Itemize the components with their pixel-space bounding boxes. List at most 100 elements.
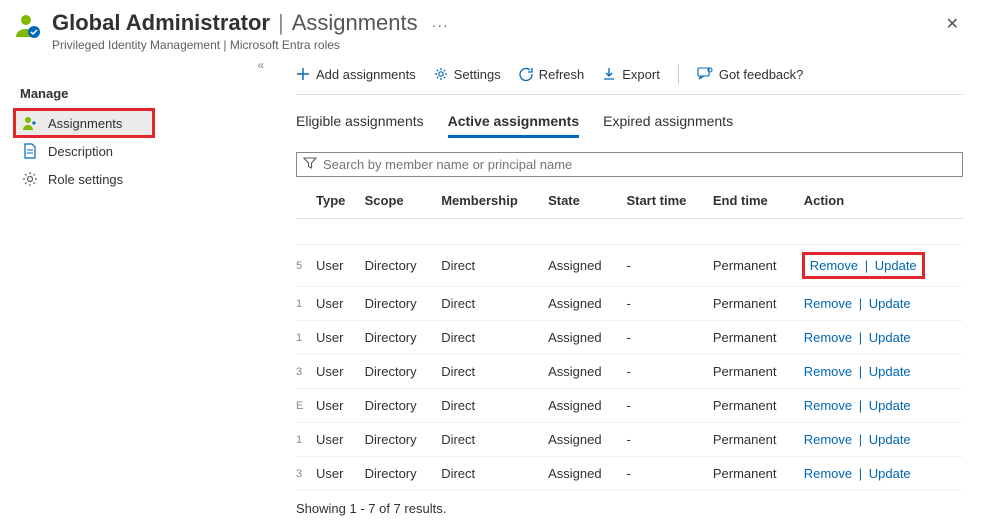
cell-action: Remove | Update [804, 423, 963, 457]
cell-scope: Directory [365, 321, 442, 355]
table-row[interactable]: 1UserDirectoryDirectAssigned-PermanentRe… [296, 423, 963, 457]
update-link[interactable]: Update [869, 466, 911, 481]
table-row[interactable]: 1UserDirectoryDirectAssigned-PermanentRe… [296, 287, 963, 321]
column-header-scope[interactable]: Scope [365, 183, 442, 219]
cell-end: Permanent [713, 457, 804, 491]
cell-membership: Direct [441, 355, 548, 389]
breadcrumb: Privileged Identity Management | Microso… [52, 38, 942, 52]
cell-end: Permanent [713, 389, 804, 423]
cell-end: Permanent [713, 245, 804, 287]
cell-type: User [316, 457, 365, 491]
cell-end: Permanent [713, 321, 804, 355]
table-row[interactable]: EUserDirectoryDirectAssigned-PermanentRe… [296, 389, 963, 423]
column-header-end-time[interactable]: End time [713, 183, 804, 219]
column-header-start-time[interactable]: Start time [626, 183, 712, 219]
feedback-icon [697, 67, 713, 81]
cell-start: - [626, 321, 712, 355]
cell-type: User [316, 423, 365, 457]
cell-start: - [626, 423, 712, 457]
tab-active-assignments[interactable]: Active assignments [448, 107, 580, 138]
action-separator: | [855, 432, 866, 447]
cell-action: Remove | Update [804, 321, 963, 355]
toolbar-separator [678, 64, 679, 84]
table-row[interactable]: 1UserDirectoryDirectAssigned-PermanentRe… [296, 321, 963, 355]
admin-role-icon [14, 12, 42, 43]
close-button[interactable]: ✕ [942, 10, 963, 38]
cell-start: - [626, 389, 712, 423]
remove-link[interactable]: Remove [804, 432, 852, 447]
cell-start: - [626, 287, 712, 321]
search-box[interactable] [296, 152, 963, 177]
sidebar-item-assignments[interactable]: Assignments [14, 109, 154, 137]
cell-membership: Direct [441, 245, 548, 287]
cell-state: Assigned [548, 457, 626, 491]
row-lead: 1 [296, 321, 316, 355]
row-lead: 5 [296, 245, 316, 287]
cell-scope: Directory [365, 457, 442, 491]
cell-action: Remove | Update [804, 389, 963, 423]
cell-membership: Direct [441, 423, 548, 457]
action-separator: | [855, 364, 866, 379]
table-row[interactable]: 3UserDirectoryDirectAssigned-PermanentRe… [296, 355, 963, 389]
update-link[interactable]: Update [869, 398, 911, 413]
cell-start: - [626, 355, 712, 389]
remove-link[interactable]: Remove [804, 296, 852, 311]
column-header-membership[interactable]: Membership [441, 183, 548, 219]
action-separator: | [861, 258, 872, 273]
export-button[interactable]: Export [602, 67, 660, 82]
row-lead: 3 [296, 457, 316, 491]
title-separator: | [278, 10, 284, 36]
cell-type: User [316, 321, 365, 355]
update-link[interactable]: Update [869, 296, 911, 311]
tab-eligible-assignments[interactable]: Eligible assignments [296, 107, 424, 138]
table-row[interactable]: 3UserDirectoryDirectAssigned-PermanentRe… [296, 457, 963, 491]
update-link[interactable]: Update [869, 364, 911, 379]
remove-link[interactable]: Remove [810, 258, 858, 273]
cell-membership: Direct [441, 287, 548, 321]
row-lead: 3 [296, 355, 316, 389]
add-assignments-button[interactable]: Add assignments [296, 67, 416, 82]
feedback-label: Got feedback? [719, 67, 804, 82]
page-title: Global Administrator [52, 10, 270, 36]
cell-start: - [626, 457, 712, 491]
collapse-sidebar-button[interactable]: « [257, 58, 264, 72]
feedback-button[interactable]: Got feedback? [697, 67, 804, 82]
cell-type: User [316, 389, 365, 423]
settings-button[interactable]: Settings [434, 67, 501, 82]
search-input[interactable] [323, 157, 956, 172]
settings-label: Settings [454, 67, 501, 82]
export-label: Export [622, 67, 660, 82]
action-separator: | [855, 398, 866, 413]
document-icon [22, 143, 38, 159]
cell-action: Remove | Update [804, 355, 963, 389]
sidebar-item-label: Role settings [48, 172, 123, 187]
plus-icon [296, 67, 310, 81]
more-menu-button[interactable]: ··· [432, 17, 449, 33]
remove-link[interactable]: Remove [804, 330, 852, 345]
column-header-type[interactable]: Type [316, 183, 365, 219]
action-separator: | [855, 466, 866, 481]
remove-link[interactable]: Remove [804, 398, 852, 413]
cell-state: Assigned [548, 355, 626, 389]
column-header-state[interactable]: State [548, 183, 626, 219]
cell-membership: Direct [441, 457, 548, 491]
cell-end: Permanent [713, 287, 804, 321]
person-plus-icon [22, 115, 38, 131]
remove-link[interactable]: Remove [804, 466, 852, 481]
row-lead: E [296, 389, 316, 423]
refresh-button[interactable]: Refresh [519, 67, 585, 82]
filter-icon [303, 156, 317, 173]
remove-link[interactable]: Remove [804, 364, 852, 379]
sidebar-item-role-settings[interactable]: Role settings [14, 165, 274, 193]
update-link[interactable]: Update [869, 432, 911, 447]
sidebar-item-description[interactable]: Description [14, 137, 274, 165]
results-count: Showing 1 - 7 of 7 results. [296, 501, 963, 516]
table-row[interactable]: 5UserDirectoryDirectAssigned-PermanentRe… [296, 245, 963, 287]
refresh-label: Refresh [539, 67, 585, 82]
toolbar: Add assignments Settings Refresh Export [296, 58, 963, 95]
column-header-action[interactable]: Action [804, 183, 963, 219]
refresh-icon [519, 67, 533, 81]
update-link[interactable]: Update [875, 258, 917, 273]
tab-expired-assignments[interactable]: Expired assignments [603, 107, 733, 138]
update-link[interactable]: Update [869, 330, 911, 345]
